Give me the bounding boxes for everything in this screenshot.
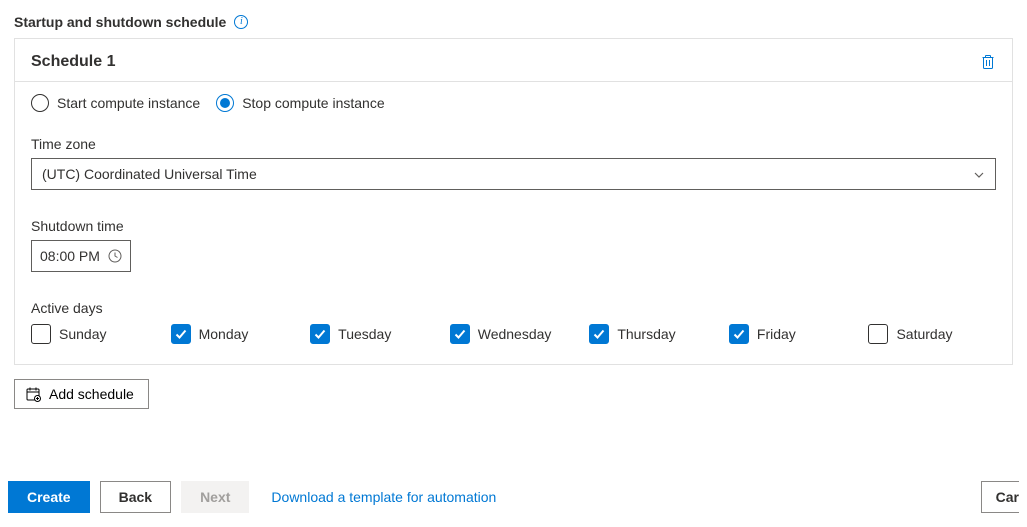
page-title: Startup and shutdown schedule: [14, 14, 226, 30]
radio-label: Start compute instance: [57, 95, 200, 111]
day-checkbox-monday[interactable]: Monday: [171, 324, 299, 344]
day-label: Saturday: [896, 326, 952, 342]
schedule-title: Schedule 1: [31, 53, 115, 71]
checkbox-icon: [450, 324, 470, 344]
shutdown-time-input[interactable]: 08:00 PM: [31, 240, 131, 272]
day-checkbox-friday[interactable]: Friday: [729, 324, 857, 344]
radio-circle-icon: [216, 94, 234, 112]
cancel-button[interactable]: Car: [981, 481, 1019, 513]
radio-dot-icon: [220, 98, 230, 108]
active-days-label: Active days: [31, 300, 996, 316]
day-label: Sunday: [59, 326, 106, 342]
checkbox-icon: [310, 324, 330, 344]
day-label: Tuesday: [338, 326, 391, 342]
footer: Create Back Next Download a template for…: [0, 481, 1027, 513]
checkbox-icon: [868, 324, 888, 344]
info-icon[interactable]: i: [234, 15, 248, 29]
create-button[interactable]: Create: [8, 481, 90, 513]
day-checkbox-tuesday[interactable]: Tuesday: [310, 324, 438, 344]
calendar-add-icon: [25, 386, 41, 402]
radio-stop-compute[interactable]: Stop compute instance: [216, 94, 384, 112]
timezone-label: Time zone: [31, 136, 996, 152]
shutdown-time-label: Shutdown time: [31, 218, 996, 234]
back-button[interactable]: Back: [100, 481, 171, 513]
day-checkbox-wednesday[interactable]: Wednesday: [450, 324, 578, 344]
timezone-value: (UTC) Coordinated Universal Time: [42, 166, 257, 182]
day-label: Thursday: [617, 326, 675, 342]
day-label: Wednesday: [478, 326, 552, 342]
chevron-down-icon: [973, 168, 985, 180]
add-schedule-button[interactable]: Add schedule: [14, 379, 149, 409]
day-checkbox-saturday[interactable]: Saturday: [868, 324, 996, 344]
download-template-link[interactable]: Download a template for automation: [271, 489, 496, 505]
checkbox-icon: [729, 324, 749, 344]
shutdown-time-value: 08:00 PM: [40, 248, 100, 264]
radio-start-compute[interactable]: Start compute instance: [31, 94, 200, 112]
timezone-select[interactable]: (UTC) Coordinated Universal Time: [31, 158, 996, 190]
radio-circle-icon: [31, 94, 49, 112]
day-checkbox-thursday[interactable]: Thursday: [589, 324, 717, 344]
delete-icon[interactable]: [980, 54, 996, 70]
day-label: Monday: [199, 326, 249, 342]
next-button: Next: [181, 481, 249, 513]
checkbox-icon: [589, 324, 609, 344]
clock-icon: [108, 249, 122, 263]
add-schedule-label: Add schedule: [49, 386, 134, 402]
checkbox-icon: [31, 324, 51, 344]
day-label: Friday: [757, 326, 796, 342]
checkbox-icon: [171, 324, 191, 344]
schedule-card: Schedule 1 Start compute instance Stop c…: [14, 38, 1013, 365]
radio-label: Stop compute instance: [242, 95, 384, 111]
day-checkbox-sunday[interactable]: Sunday: [31, 324, 159, 344]
